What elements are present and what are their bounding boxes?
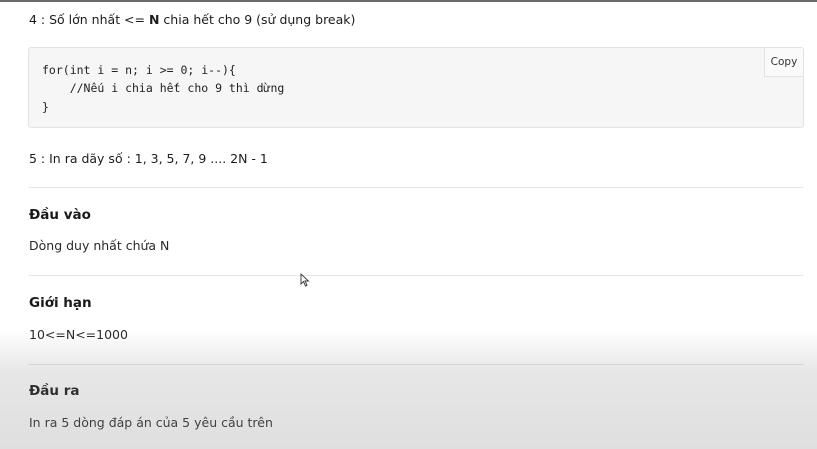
output-text: In ra 5 dòng đáp án của 5 yêu cầu trên (29, 415, 273, 430)
limits-text: 10<=N<=1000 (29, 327, 128, 342)
problem-4-prefix: 4 : Số lớn nhất <= (29, 12, 149, 27)
top-border (0, 0, 817, 2)
mouse-cursor-icon (300, 273, 310, 287)
code-line-2: //Nếu i chia hết cho 9 thì dừng (42, 81, 285, 95)
problem-page: 4 : Số lớn nhất <= N chia hết cho 9 (sử … (0, 0, 817, 449)
divider (28, 275, 804, 276)
bottom-shadow-overlay (0, 330, 817, 449)
input-heading: Đầu vào (29, 207, 91, 223)
problem-4-line: 4 : Số lớn nhất <= N chia hết cho 9 (sử … (29, 12, 355, 27)
divider (28, 187, 804, 188)
divider (28, 364, 804, 365)
problem-5-line: 5 : In ra dãy số : 1, 3, 5, 7, 9 .... 2N… (29, 151, 268, 166)
problem-4-bold-n: N (148, 12, 160, 27)
code-line-3: } (42, 100, 49, 114)
problem-4-suffix: chia hết cho 9 (sử dụng break) (159, 12, 356, 27)
output-heading: Đầu ra (29, 383, 80, 399)
input-text: Dòng duy nhất chứa N (29, 238, 170, 253)
limits-heading: Giới hạn (29, 295, 92, 311)
code-block: for(int i = n; i >= 0; i--){ //Nếu i chi… (28, 47, 804, 128)
code-line-1: for(int i = n; i >= 0; i--){ (42, 63, 236, 77)
copy-button[interactable]: Copy (764, 48, 803, 77)
